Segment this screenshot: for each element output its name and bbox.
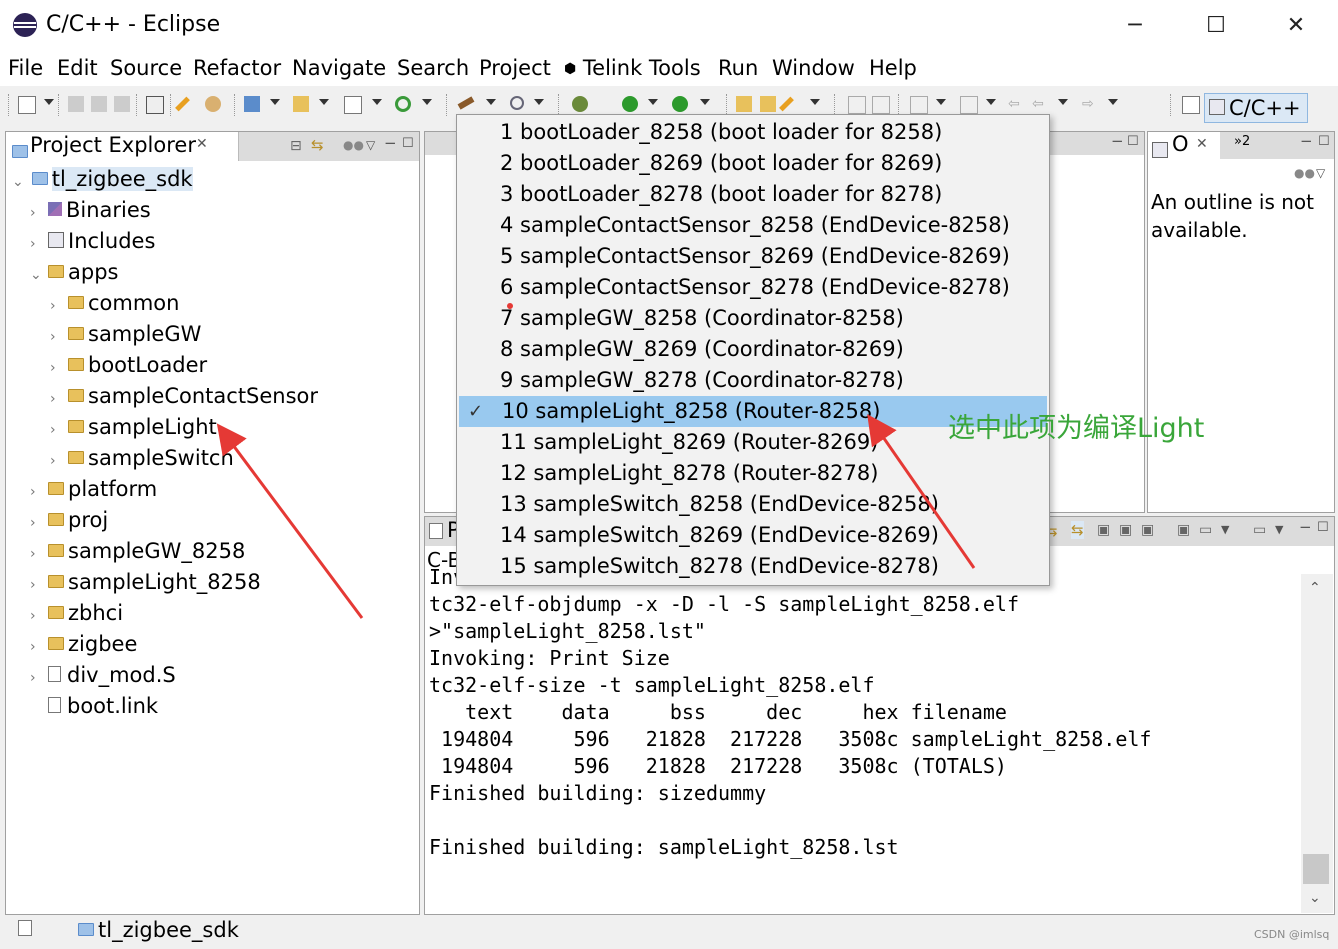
annotation-dot (507, 303, 513, 309)
arrow-to-selected-config (867, 414, 976, 569)
arrow-to-sampleLight (216, 423, 364, 619)
annotation-arrows (216, 303, 976, 619)
